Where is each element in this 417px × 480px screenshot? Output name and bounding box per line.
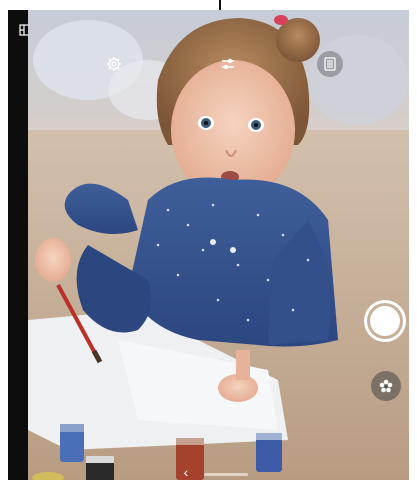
aspect-ratio-button[interactable] <box>317 51 343 77</box>
chevron-left-icon[interactable]: ‹ <box>178 465 194 479</box>
sliders-adjust-icon[interactable] <box>219 55 237 73</box>
gear-icon[interactable] <box>105 55 123 73</box>
shutter-button[interactable] <box>364 300 406 342</box>
effects-button[interactable] <box>371 371 401 401</box>
shutter-button-inner <box>370 306 400 336</box>
camera-screen: ‹ <box>8 10 409 480</box>
bottom-navigation: ‹ <box>178 462 278 480</box>
camera-viewfinder[interactable] <box>28 10 409 480</box>
aspect-ratio-icon <box>324 57 336 71</box>
preview-image <box>28 10 409 480</box>
navigation-handle[interactable] <box>204 473 248 476</box>
flower-effects-icon <box>379 379 393 393</box>
